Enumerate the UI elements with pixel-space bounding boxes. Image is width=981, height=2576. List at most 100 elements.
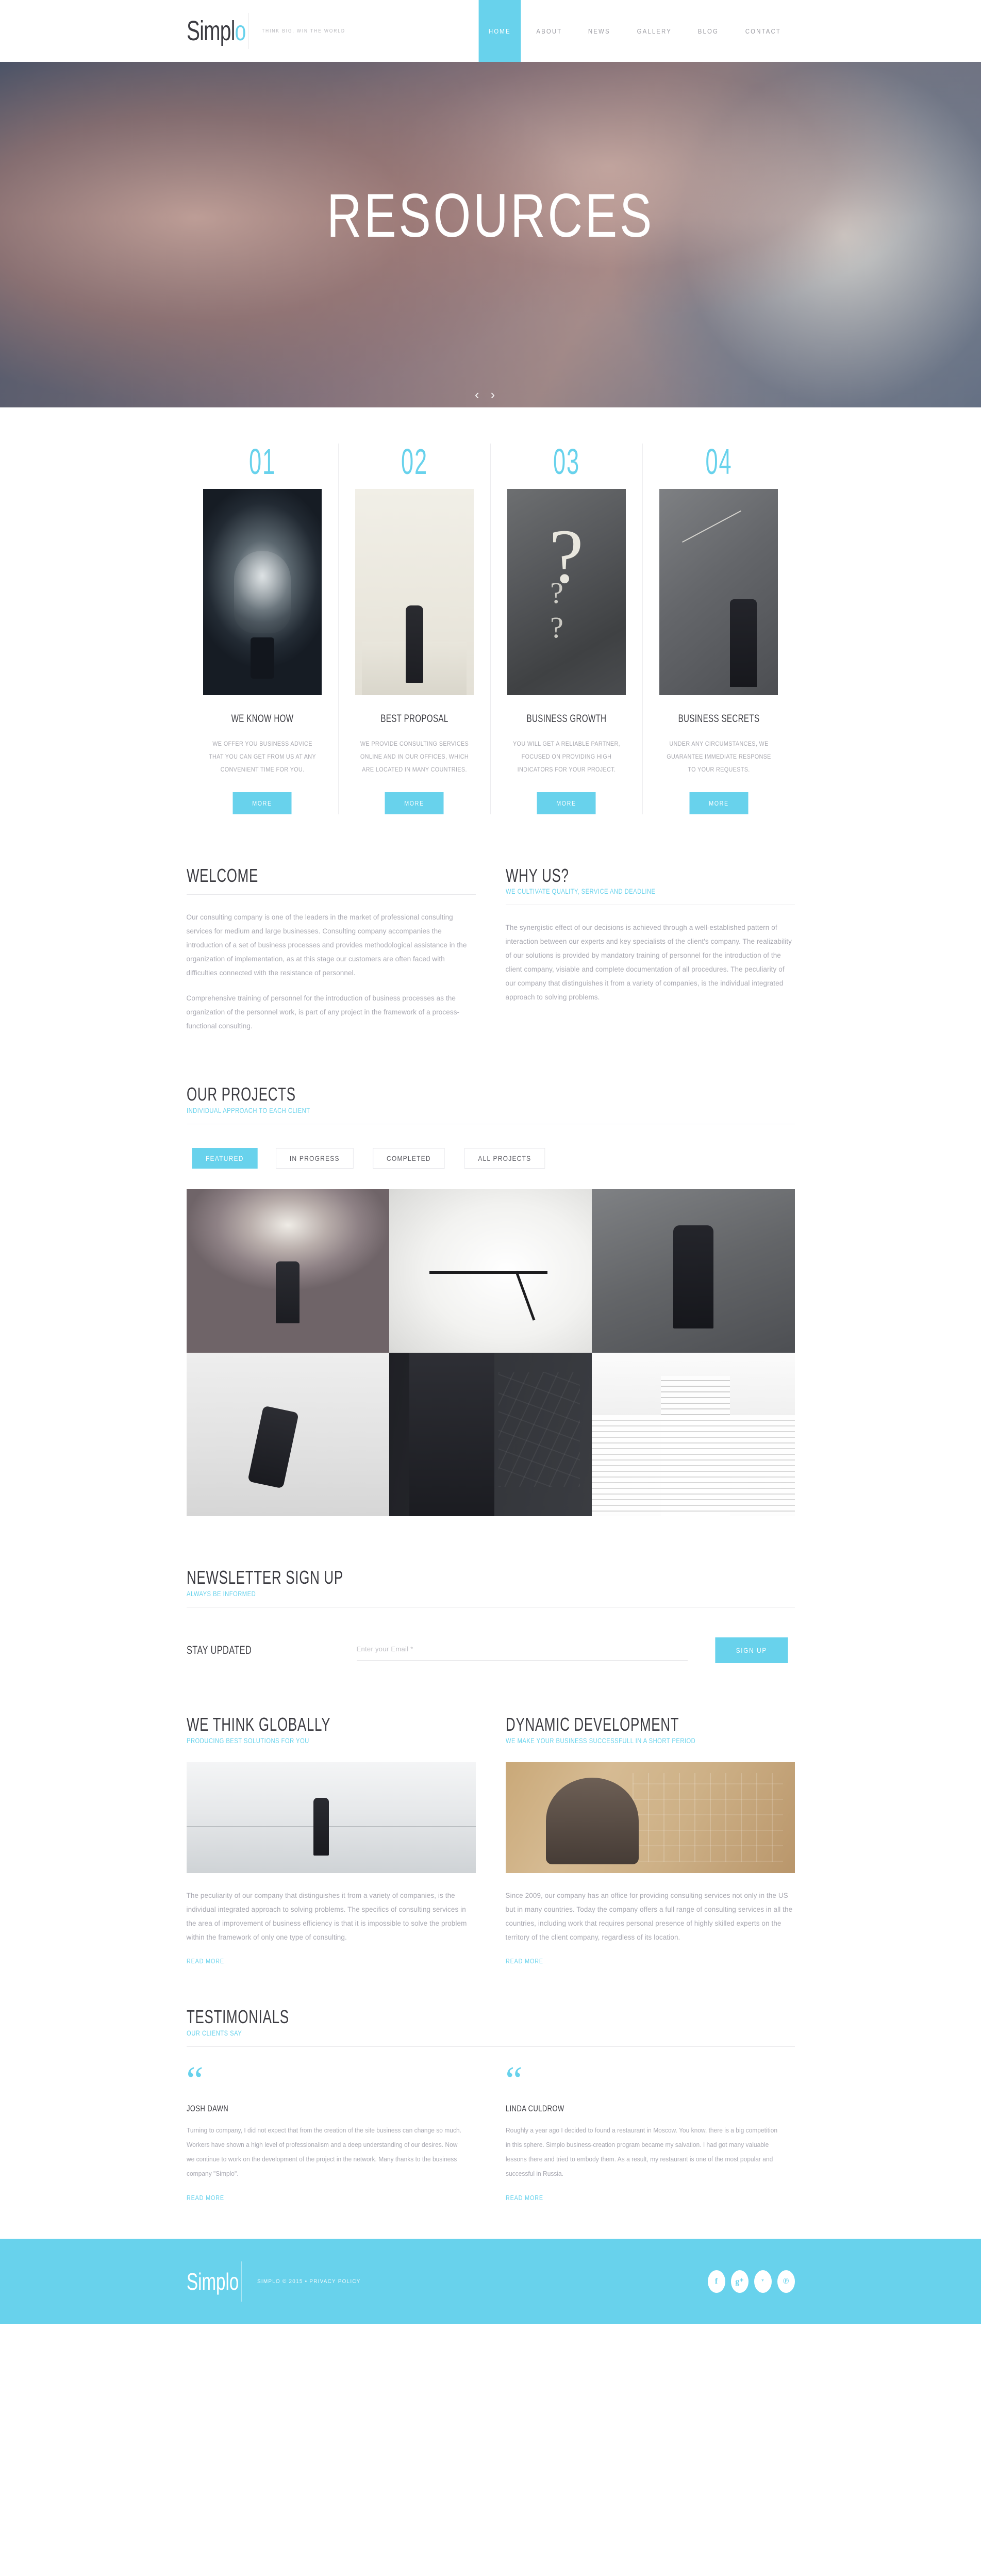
service-more-button[interactable]: More [385, 792, 444, 814]
service-title: Business Growth [526, 713, 606, 725]
service-text: You will get a reliable partner, focused… [512, 740, 620, 774]
pinterest-icon[interactable]: ℗ [777, 2270, 795, 2293]
portfolio-item-clock-face[interactable] [389, 1189, 592, 1353]
testimonials-title: Testimonials [186, 2006, 289, 2027]
newsletter-signup-button[interactable]: Sign Up [715, 1637, 788, 1663]
nav-item-about[interactable]: About [526, 0, 572, 62]
services-section: 01 We Know How We offer you business adv… [0, 407, 981, 814]
hero-slider: Resources ‹› [0, 62, 981, 407]
service-title: Best Proposal [380, 713, 448, 725]
services-grid: 01 We Know How We offer you business adv… [187, 444, 795, 814]
why-us-body: The synergistic effect of our decisions … [506, 921, 795, 1004]
welcome-paragraph-2: Comprehensive training of personnel for … [186, 994, 460, 1030]
section-divider [186, 894, 476, 895]
facebook-icon[interactable]: f [707, 2270, 725, 2293]
testimonial-author: Josh Dawn [186, 2103, 228, 2113]
projects-subtitle: Individual approach to each client [186, 1106, 310, 1115]
portfolio-item-stacked-books[interactable] [592, 1353, 795, 1517]
logo-text: Simplo [187, 17, 246, 45]
stay-updated-label: Stay Updated [186, 1643, 252, 1656]
service-number: 04 [705, 441, 733, 482]
nav-item-gallery[interactable]: Gallery [627, 0, 681, 62]
quote-icon: “ [186, 2059, 204, 2102]
filter-completed[interactable]: Completed [373, 1148, 445, 1169]
filter-all-projects[interactable]: All Projects [464, 1148, 545, 1169]
why-us-title: Why Us? [505, 864, 569, 886]
service-title: Business Secrets [678, 713, 759, 725]
nav-item-blog[interactable]: Blog [688, 0, 728, 62]
service-image-man-drawing-chart[interactable] [659, 489, 778, 695]
nav-item-news[interactable]: News [578, 0, 620, 62]
service-image-lightbulb-idea[interactable] [203, 489, 322, 695]
service-text: We offer you business advice that you ca… [208, 740, 316, 774]
feature-block-dynamic: Dynamic Development We make your busines… [505, 1713, 795, 1966]
service-image-businessman-podium[interactable] [355, 489, 474, 695]
slider-prev-icon[interactable]: ‹ [475, 387, 491, 403]
filter-featured[interactable]: Featured [191, 1148, 257, 1169]
feature-image-businessman-in-corridor[interactable] [186, 1762, 476, 1873]
portfolio-item-running-businessman[interactable] [186, 1353, 389, 1517]
testimonial-text: Turning to company, I did not expect tha… [186, 2126, 461, 2177]
footer-copyright: Simplo © 2015 • Privacy Policy [257, 2278, 361, 2285]
why-us-subtitle: We cultivate quality, service and deadli… [505, 887, 655, 896]
filter-in-progress[interactable]: In Progress [276, 1148, 354, 1169]
service-text: We provide consulting services online an… [360, 740, 469, 774]
welcome-column: Welcome Our consulting company is one of… [186, 865, 476, 1033]
service-number: 03 [553, 441, 580, 482]
testimonial-author: Linda Culdrow [505, 2103, 564, 2113]
newsletter-title: Newsletter Sign Up [186, 1567, 343, 1588]
brand-logo[interactable]: Simplo [187, 0, 269, 62]
service-text: Under any circumstances, we guarantee im… [666, 740, 771, 774]
service-more-button[interactable]: More [537, 792, 596, 814]
newsletter-email-input[interactable] [356, 1639, 688, 1661]
feature-text: The peculiarity of our company that dist… [186, 1891, 467, 1941]
portfolio-item-man-with-lightbulb-balloons[interactable] [186, 1189, 389, 1353]
service-number: 02 [401, 441, 428, 482]
service-card: 02 Best Proposal We provide consulting s… [339, 444, 491, 814]
service-title: We Know How [231, 713, 293, 725]
service-more-button[interactable]: More [232, 792, 292, 814]
service-number: 01 [248, 441, 276, 482]
why-us-paragraph-1: The synergistic effect of our decisions … [505, 924, 792, 1002]
nav-item-home[interactable]: Home [478, 0, 521, 62]
feature-image-thinking-man-with-charts[interactable] [505, 1762, 795, 1873]
service-more-button[interactable]: More [689, 792, 748, 814]
feature-block-global: We Think Globally Producing best solutio… [186, 1715, 476, 1966]
feature-subtitle: Producing best solutions for you [186, 1736, 309, 1745]
service-card: 03 Business Growth You will get a reliab… [491, 444, 643, 814]
logo-text-accent: o [235, 15, 246, 46]
portfolio-item-suit-with-chalkboard[interactable] [389, 1353, 592, 1517]
twitter-icon[interactable]: ᵛ [754, 2270, 772, 2293]
nav-item-contact[interactable]: Contact [735, 0, 791, 62]
testimonial-card: “ Josh Dawn Turning to company, I did no… [187, 2047, 476, 2203]
feature-title: Dynamic Development [505, 1713, 679, 1735]
newsletter-form: Stay Updated Sign Up [187, 1637, 795, 1663]
footer-divider [241, 2261, 242, 2302]
projects-title: Our Projects [186, 1084, 296, 1105]
portfolio-grid [186, 1189, 795, 1517]
service-card: 01 We Know How We offer you business adv… [187, 444, 339, 814]
social-links: f g⁺ ᵛ ℗ [707, 2270, 795, 2293]
testimonial-text: Roughly a year ago I decided to found a … [505, 2126, 777, 2177]
slider-next-icon[interactable]: › [491, 387, 507, 403]
projects-section: Our Projects Individual approach to each… [186, 1084, 795, 1517]
testimonials-subtitle: Our clients say [186, 2028, 242, 2037]
portfolio-item-businessman-flexing[interactable] [592, 1189, 795, 1353]
testimonial-card: “ Linda Culdrow Roughly a year ago I dec… [506, 2047, 795, 2203]
testimonial-read-more-link[interactable]: Read More [187, 2194, 224, 2202]
why-us-column: Why Us? We cultivate quality, service an… [505, 864, 795, 1033]
site-tagline: Think big, win the world [261, 28, 345, 34]
service-image-question-marks[interactable] [507, 489, 626, 695]
project-filter-tabs: Featured In Progress Completed All Proje… [187, 1148, 795, 1169]
footer-logo[interactable]: Simplo [187, 2270, 239, 2293]
newsletter-subtitle: Always be informed [186, 1589, 256, 1598]
feature-read-more-link[interactable]: Read More [506, 1958, 543, 1965]
testimonial-read-more-link[interactable]: Read More [506, 2194, 543, 2202]
site-header: Simplo Think big, win the world Home Abo… [0, 0, 981, 62]
page-root: Simplo Think big, win the world Home Abo… [0, 0, 981, 2324]
quote-icon: “ [505, 2059, 523, 2102]
google-plus-icon[interactable]: g⁺ [730, 2270, 749, 2293]
feature-read-more-link[interactable]: Read More [187, 1958, 224, 1965]
hero-title: Resources [326, 181, 655, 250]
testimonials-section: Testimonials Our clients say “ Josh Dawn… [186, 2006, 795, 2203]
